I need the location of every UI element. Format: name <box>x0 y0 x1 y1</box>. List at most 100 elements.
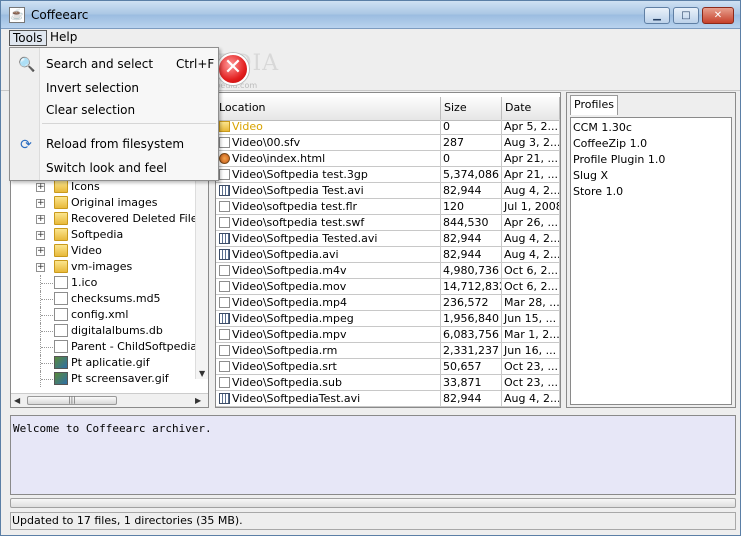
folder-icon <box>54 180 68 193</box>
table-row[interactable]: Video\Softpedia.srt 50,657 Oct 23, ... <box>216 359 560 375</box>
table-row[interactable]: Video\Softpedia.avi 82,944 Aug 4, 2... <box>216 247 560 263</box>
tab-profiles[interactable]: Profiles <box>570 95 618 115</box>
menu-item-clear-selection[interactable]: Clear selection <box>10 99 218 121</box>
folder-icon <box>54 212 68 225</box>
menu-item-label: Clear selection <box>46 103 136 117</box>
profile-item[interactable]: CCM 1.30c <box>573 120 632 136</box>
cell-date: Jun 16, ... <box>502 343 560 359</box>
cell-size: 82,944 <box>441 231 502 247</box>
file-icon <box>219 361 230 372</box>
profile-item[interactable]: CoffeeZip 1.0 <box>573 136 647 152</box>
menu-item-invert-selection[interactable]: Invert selection <box>10 77 218 99</box>
stop-icon[interactable]: ✕ <box>217 53 249 85</box>
tree-item[interactable]: Parent - ChildSoftpedia.a <box>11 339 207 355</box>
table-row[interactable]: Video\Softpedia.mpeg 1,956,840 Jun 15, ... <box>216 311 560 327</box>
tree-item[interactable]: + Video <box>11 243 201 259</box>
cell-date: Jul 1, 2008 <box>502 199 560 215</box>
tree-item[interactable]: checksums.md5 <box>11 291 201 307</box>
console-output[interactable]: Welcome to Coffeearc archiver. <box>10 415 736 495</box>
tree-item[interactable]: config.xml <box>11 307 201 323</box>
tree-item[interactable]: + Recovered Deleted Files <box>11 211 203 227</box>
expand-icon[interactable]: + <box>36 215 45 224</box>
cell-location: Video\Softpedia Tested.avi <box>216 231 441 247</box>
menu-item-reload-from-filesystem[interactable]: ⟳ Reload from filesystem <box>10 133 218 155</box>
table-row[interactable]: Video\softpedia test.flr 120 Jul 1, 2008 <box>216 199 560 215</box>
table-row[interactable]: Video\Softpedia.sub 33,871 Oct 23, ... <box>216 375 560 391</box>
table-row[interactable]: Video\softpedia test.swf 844,530 Apr 26, .… <box>216 215 560 231</box>
maximize-button[interactable]: □ <box>673 7 699 24</box>
file-icon <box>219 217 230 228</box>
cell-date: Aug 4, 2... <box>502 183 560 199</box>
reload-icon: ⟳ <box>20 137 32 153</box>
column-header-location[interactable]: Location <box>216 97 441 121</box>
tree-item[interactable]: Pt screensaver.gif <box>11 371 201 387</box>
table-row[interactable]: Video\Softpedia Tested.avi 82,944 Aug 4, 2… <box>216 231 560 247</box>
cell-location: Video\softpedia test.flr <box>216 199 441 215</box>
column-header-size[interactable]: Size <box>441 97 502 121</box>
file-icon <box>219 265 230 276</box>
menu-item-label: Reload from filesystem <box>46 137 185 151</box>
tree-item-label: Original images <box>71 196 158 209</box>
scroll-right-icon[interactable]: ▶ <box>195 396 201 405</box>
table-row[interactable]: Video\Softpedia.mov 14,712,832 Oct 6, 2... <box>216 279 560 295</box>
profile-item[interactable]: Slug X <box>573 168 608 184</box>
tree-item-label: Softpedia <box>71 228 124 241</box>
tree-item[interactable]: + Original images <box>11 195 201 211</box>
file-icon <box>54 292 68 305</box>
profiles-list[interactable]: CCM 1.30c CoffeeZip 1.0 Profile Plugin 1.0… <box>570 117 732 405</box>
table-row[interactable]: Video 0 Apr 5, 2... <box>216 119 560 135</box>
table-row[interactable]: Video\Softpedia.mpv 6,083,756 Mar 1, 2... <box>216 327 560 343</box>
location-text: Video\Softpedia.m4v <box>232 264 347 277</box>
cell-size: 82,944 <box>441 183 502 199</box>
cell-date: Oct 23, ... <box>502 375 560 391</box>
menu-item-switch-look-and-feel[interactable]: Switch look and feel <box>10 157 218 179</box>
close-button[interactable]: ✕ <box>702 7 734 24</box>
tree-item[interactable]: + vm-images <box>11 259 201 275</box>
cell-location: Video\Softpedia.mp4 <box>216 295 441 311</box>
table-row[interactable]: Video\Softpedia.m4v 4,980,736 Oct 6, 2... <box>216 263 560 279</box>
profile-item[interactable]: Store 1.0 <box>573 184 623 200</box>
video-file-icon <box>219 233 230 244</box>
menu-separator <box>42 123 216 124</box>
location-text: Video\Softpedia.mpeg <box>232 312 354 325</box>
table-row[interactable]: Video\Softpedia.mp4 236,572 Mar 28, ... <box>216 295 560 311</box>
menu-tools[interactable]: Tools <box>9 30 47 46</box>
expand-icon[interactable]: + <box>36 247 45 256</box>
minimize-button[interactable]: ▁ <box>644 7 670 24</box>
tree-item[interactable]: Pt aplicatie.gif <box>11 355 201 371</box>
expand-icon[interactable]: + <box>36 183 45 192</box>
table-row[interactable]: Video\Softpedia.rm 2,331,237 Jun 16, ... <box>216 343 560 359</box>
scroll-left-icon[interactable]: ◀ <box>14 396 20 405</box>
title-bar[interactable]: ☕ Coffeearc ▁ □ ✕ <box>1 1 740 29</box>
tree-item-label: Video <box>71 244 102 257</box>
expand-icon[interactable]: + <box>36 199 45 208</box>
file-table[interactable]: Location Size Date Video 0 Apr 5, 2... Vide… <box>215 92 561 408</box>
tree-item[interactable]: digitalalbums.db <box>11 323 201 339</box>
table-row[interactable]: Video\SoftpediaTest.avi 82,944 Aug 4, 2... <box>216 391 560 407</box>
column-header-date[interactable]: Date <box>502 97 560 121</box>
table-row[interactable]: Video\Softpedia test.3gp 5,374,086 Apr 21,… <box>216 167 560 183</box>
expand-icon[interactable]: + <box>36 263 45 272</box>
tree-item[interactable]: + Icons <box>11 179 201 195</box>
folder-icon <box>54 260 68 273</box>
cell-size: 33,871 <box>441 375 502 391</box>
tree-connector <box>41 283 53 284</box>
table-row[interactable]: Video\index.html 0 Apr 21, ... <box>216 151 560 167</box>
menu-item-search-and-select[interactable]: 🔍 Search and select Ctrl+F <box>10 53 218 75</box>
tree-connector <box>41 363 53 364</box>
scroll-down-icon[interactable]: ▼ <box>199 369 205 378</box>
expand-icon[interactable]: + <box>36 231 45 240</box>
tree-item[interactable]: 1.ico <box>11 275 201 291</box>
table-row[interactable]: Video\00.sfv 287 Aug 3, 2... <box>216 135 560 151</box>
tree-item[interactable]: + Softpedia <box>11 227 201 243</box>
file-icon <box>54 340 68 353</box>
table-row[interactable]: Video\Softpedia Test.avi 82,944 Aug 4, 2..… <box>216 183 560 199</box>
location-text: Video\00.sfv <box>232 136 301 149</box>
profile-item[interactable]: Profile Plugin 1.0 <box>573 152 665 168</box>
file-icon <box>219 345 230 356</box>
file-icon <box>219 169 230 180</box>
cell-size: 120 <box>441 199 502 215</box>
tree-scroll-thumb[interactable]: ||| <box>27 396 117 405</box>
menu-help[interactable]: Help <box>47 30 80 46</box>
tree-horizontal-scrollbar[interactable]: ◀ ||| ▶ <box>11 393 208 407</box>
